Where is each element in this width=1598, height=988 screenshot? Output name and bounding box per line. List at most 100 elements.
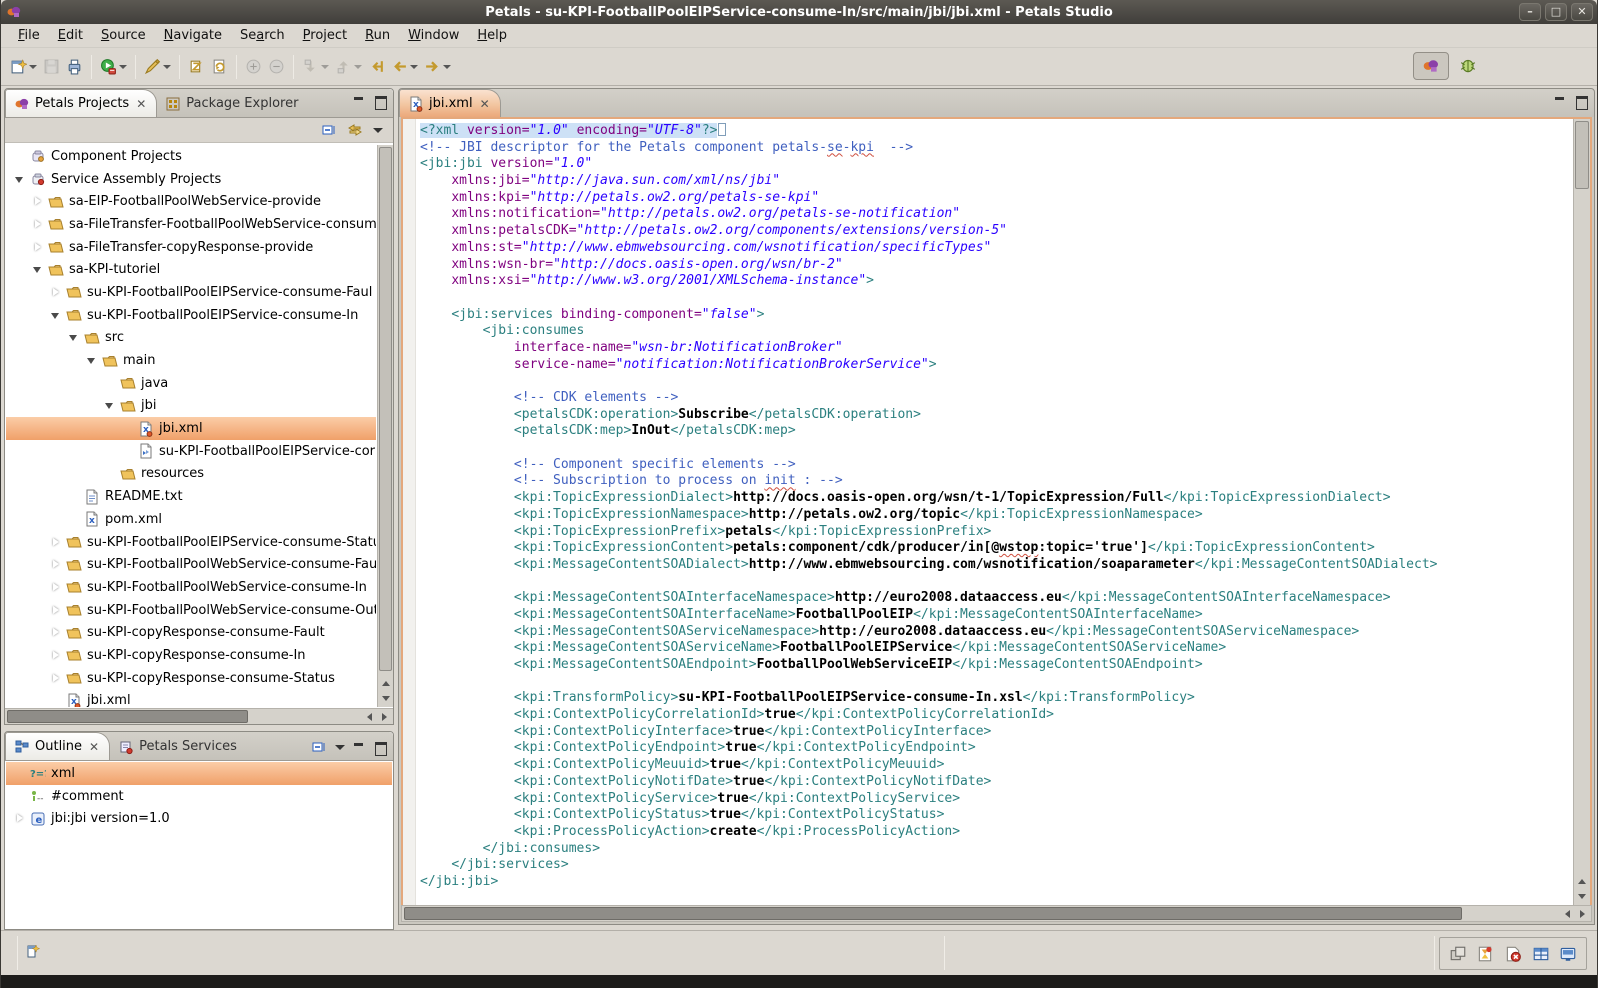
code-line[interactable]: <!-- Component specific elements --> bbox=[420, 457, 1573, 474]
code-line[interactable]: xmlns:xsi="http://www.w3.org/2001/XMLSch… bbox=[420, 273, 1573, 290]
code-line[interactable] bbox=[420, 373, 1573, 390]
error-log-button[interactable] bbox=[1504, 945, 1522, 963]
dropdown-arrow-icon[interactable] bbox=[443, 65, 451, 69]
tree-item[interactable]: xpom.xml bbox=[6, 508, 376, 531]
code-line[interactable]: <kpi:MessageContentSOADialect>http://www… bbox=[420, 557, 1573, 574]
annotate-pen-button[interactable] bbox=[142, 55, 173, 78]
minimize-view-button[interactable] bbox=[353, 742, 366, 753]
minimize-button[interactable]: – bbox=[1519, 3, 1541, 21]
tab-package-explorer[interactable]: Package Explorer bbox=[157, 90, 308, 117]
tree-item[interactable]: xjbi.xml bbox=[6, 417, 376, 440]
close-editor-icon[interactable]: ✕ bbox=[480, 97, 490, 111]
tree-item[interactable]: su-KPI-FootballPoolWebService-consume-In bbox=[6, 576, 376, 599]
code-line[interactable]: <kpi:ContextPolicyStatus>true</kpi:Conte… bbox=[420, 807, 1573, 824]
code-line[interactable]: xmlns:jbi="http://java.sun.com/xml/ns/jb… bbox=[420, 173, 1573, 190]
code-line[interactable]: <kpi:MessageContentSOAInterfaceName>Foot… bbox=[420, 607, 1573, 624]
code-line[interactable] bbox=[420, 574, 1573, 591]
expand-arrow-icon[interactable] bbox=[32, 218, 45, 231]
fast-view-button[interactable] bbox=[25, 943, 41, 959]
minimize-editor-button[interactable] bbox=[1554, 96, 1567, 107]
back-button[interactable] bbox=[389, 55, 420, 78]
tree-item[interactable]: su-KPI-FootballPoolWebService-consume-Ou… bbox=[6, 599, 376, 622]
dropdown-arrow-icon[interactable] bbox=[163, 65, 171, 69]
code-line[interactable]: <kpi:MessageContentSOAInterfaceNamespace… bbox=[420, 590, 1573, 607]
view-menu-button[interactable] bbox=[373, 128, 383, 133]
view-menu-button[interactable] bbox=[335, 745, 345, 750]
problems-view-button[interactable] bbox=[1532, 945, 1550, 963]
expand-arrow-icon[interactable] bbox=[50, 581, 63, 594]
code-line[interactable]: <kpi:MessageContentSOAServiceNamespace>h… bbox=[420, 624, 1573, 641]
collapse-arrow-icon[interactable] bbox=[32, 263, 45, 276]
code-line[interactable]: </jbi:consumes> bbox=[420, 841, 1573, 858]
code-line[interactable]: <?xml version="1.0" encoding="UTF-8"?> bbox=[420, 123, 1573, 140]
collapse-arrow-icon[interactable] bbox=[14, 173, 27, 186]
menu-search[interactable]: Search bbox=[231, 26, 294, 45]
expand-arrow-icon[interactable] bbox=[50, 672, 63, 685]
collapse-arrow-icon[interactable] bbox=[68, 331, 81, 344]
outline-item[interactable]: ?=?xml bbox=[6, 762, 392, 785]
tree-item[interactable]: Service Assembly Projects bbox=[6, 168, 376, 191]
expand-arrow-icon[interactable] bbox=[50, 649, 63, 662]
tree-item[interactable]: README.txt bbox=[6, 485, 376, 508]
menu-run[interactable]: Run bbox=[356, 26, 399, 45]
tab-outline[interactable]: Outline ✕ bbox=[5, 732, 110, 760]
dropdown-arrow-icon[interactable] bbox=[354, 65, 362, 69]
tab-jbi-xml[interactable]: x jbi.xml ✕ bbox=[399, 89, 501, 117]
code-line[interactable]: <kpi:TopicExpressionPrefix>petals</kpi:T… bbox=[420, 524, 1573, 541]
collapse-all-button[interactable] bbox=[321, 122, 337, 138]
code-line[interactable]: </jbi:jbi> bbox=[420, 874, 1573, 891]
code-line[interactable]: <jbi:services binding-component="false"> bbox=[420, 307, 1573, 324]
code-line[interactable]: <kpi:ContextPolicyEndpoint>true</kpi:Con… bbox=[420, 740, 1573, 757]
print-button[interactable] bbox=[64, 55, 85, 78]
editor-vertical-scrollbar[interactable] bbox=[1573, 119, 1590, 905]
tree-item[interactable]: su-KPI-FootballPoolEIPService-cor bbox=[6, 440, 376, 463]
tree-item[interactable]: resources bbox=[6, 463, 376, 486]
maximize-editor-button[interactable] bbox=[1575, 96, 1588, 107]
code-line[interactable]: xmlns:wsn-br="http://docs.oasis-open.org… bbox=[420, 257, 1573, 274]
tree-item[interactable]: su-KPI-FootballPoolEIPService-consume-St… bbox=[6, 531, 376, 554]
close-tab-icon[interactable]: ✕ bbox=[89, 740, 99, 754]
dropdown-arrow-icon[interactable] bbox=[119, 65, 127, 69]
collapse-all-button[interactable] bbox=[311, 739, 327, 755]
code-line[interactable]: xmlns:petalsCDK="http://petals.ow2.org/c… bbox=[420, 223, 1573, 240]
close-tab-icon[interactable]: ✕ bbox=[136, 97, 146, 111]
menu-window[interactable]: Window bbox=[399, 26, 468, 45]
code-line[interactable]: <!-- JBI descriptor for the Petals compo… bbox=[420, 140, 1573, 157]
tree-item[interactable]: sa-EIP-FootballPoolWebService-provide bbox=[6, 190, 376, 213]
close-button[interactable]: ✕ bbox=[1571, 3, 1593, 21]
previous-annotation-button[interactable] bbox=[333, 55, 364, 78]
code-line[interactable]: xmlns:st="http://www.ebmwebsourcing.com/… bbox=[420, 240, 1573, 257]
petals-perspective-button[interactable] bbox=[1413, 52, 1449, 80]
menu-edit[interactable]: Edit bbox=[49, 26, 92, 45]
run-button[interactable] bbox=[98, 55, 129, 78]
outline-item[interactable]: --#comment bbox=[6, 785, 392, 808]
tree-item[interactable]: sa-KPI-tutoriel bbox=[6, 258, 376, 281]
code-line[interactable]: <kpi:TopicExpressionNamespace>http://pet… bbox=[420, 507, 1573, 524]
restore-trim-button[interactable] bbox=[1449, 945, 1467, 963]
expand-arrow-icon[interactable] bbox=[50, 626, 63, 639]
code-line[interactable]: <kpi:ContextPolicyInterface>true</kpi:Co… bbox=[420, 724, 1573, 741]
collapse-arrow-icon[interactable] bbox=[104, 399, 117, 412]
maximize-view-button[interactable] bbox=[374, 96, 387, 107]
expand-arrow-icon[interactable] bbox=[32, 195, 45, 208]
tree-item[interactable]: Component Projects bbox=[6, 145, 376, 168]
code-line[interactable]: <!-- CDK elements --> bbox=[420, 390, 1573, 407]
tree-item[interactable]: main bbox=[6, 349, 376, 372]
expand-arrow-icon[interactable] bbox=[50, 536, 63, 549]
expand-arrow-icon[interactable] bbox=[50, 558, 63, 571]
code-line[interactable]: <jbi:jbi version="1.0" bbox=[420, 156, 1573, 173]
expand-arrow-icon[interactable] bbox=[32, 241, 45, 254]
debug-perspective-button[interactable] bbox=[1459, 57, 1477, 75]
code-line[interactable]: <kpi:TopicExpressionContent>petals:compo… bbox=[420, 540, 1573, 557]
tree-item[interactable]: src bbox=[6, 327, 376, 350]
code-line[interactable]: xmlns:notification="http://petals.ow2.or… bbox=[420, 206, 1573, 223]
tree-item[interactable]: su-KPI-FootballPoolEIPService-consume-Fa… bbox=[6, 281, 376, 304]
code-line[interactable]: <jbi:consumes bbox=[420, 323, 1573, 340]
code-line[interactable] bbox=[420, 440, 1573, 457]
code-line[interactable]: <kpi:ProcessPolicyAction>create</kpi:Pro… bbox=[420, 824, 1573, 841]
tree-item[interactable]: jbi bbox=[6, 395, 376, 418]
service-wizard-button[interactable] bbox=[186, 55, 207, 78]
code-line[interactable]: <kpi:ContextPolicyMeuuid>true</kpi:Conte… bbox=[420, 757, 1573, 774]
code-line[interactable]: <petalsCDK:mep>InOut</petalsCDK:mep> bbox=[420, 423, 1573, 440]
code-line[interactable]: <kpi:TopicExpressionDialect>http://docs.… bbox=[420, 490, 1573, 507]
